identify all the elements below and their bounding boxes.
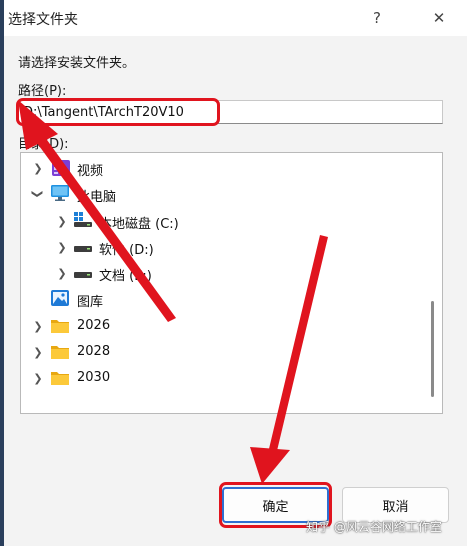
chevron-right-icon[interactable]: ❯ (55, 214, 69, 228)
path-label: 路径(P): (18, 84, 67, 99)
close-icon: ✕ (432, 9, 446, 27)
chevron-right-icon[interactable]: ❯ (55, 266, 69, 280)
tree-item-this-pc[interactable]: ❯ 此电脑 (21, 181, 426, 207)
tree-item-label: 视频 (77, 164, 104, 179)
instruction-text: 请选择安装文件夹。 (18, 56, 136, 71)
folder-icon (51, 346, 69, 359)
tree-item-drive-e[interactable]: ❯ 文档 (E:) (21, 260, 426, 286)
drive-icon (74, 272, 92, 278)
chevron-right-icon[interactable]: ❯ (31, 345, 45, 359)
tree-item-label: 此电脑 (77, 190, 117, 205)
tree-item-label: 图库 (77, 295, 104, 310)
chevron-right-icon[interactable]: ❯ (31, 161, 45, 175)
window-title: 选择文件夹 (8, 12, 78, 28)
tree-item-folder-2030[interactable]: ❯ 2030 (21, 365, 426, 391)
watermark: 知乎 @风云谷网络工作室 (306, 520, 442, 534)
tree-item-gallery[interactable]: 图库 (21, 286, 426, 312)
help-icon: ? (373, 9, 381, 27)
tree-item-drive-d[interactable]: ❯ 软件 (D:) (21, 234, 426, 260)
tree-item-label: 软件 (D:) (99, 243, 154, 258)
tree-scrollbar[interactable] (431, 301, 434, 397)
tree-item-label: 2030 (77, 370, 111, 385)
windows-drive-icon (74, 212, 92, 227)
arrow-to-ok-head (250, 447, 290, 484)
tree-item-label: 2028 (77, 344, 111, 359)
video-folder-icon (52, 160, 70, 176)
tree-item-folder-2026[interactable]: ❯ 2026 (21, 313, 426, 339)
chevron-right-icon[interactable]: ❯ (31, 371, 45, 385)
tree-item-videos[interactable]: ❯ 视频 (21, 155, 426, 181)
path-input[interactable] (18, 100, 443, 124)
background-window-edge (0, 0, 4, 546)
folder-icon (51, 372, 69, 385)
directory-label: 目录(D): (18, 137, 69, 152)
folder-icon (51, 320, 69, 333)
tree-item-drive-c[interactable]: ❯ 本地磁盘 (C:) (21, 208, 426, 234)
tree-item-folder-2028[interactable]: ❯ 2028 (21, 339, 426, 365)
chevron-right-icon[interactable]: ❯ (31, 319, 45, 333)
tree-item-label: 本地磁盘 (C:) (99, 217, 179, 232)
tree-item-label: 文档 (E:) (99, 269, 152, 284)
chevron-down-icon[interactable]: ❯ (31, 187, 45, 201)
drive-icon (74, 246, 92, 252)
title-bar: 选择文件夹 ? ✕ (4, 0, 467, 36)
close-button[interactable]: ✕ (424, 6, 454, 30)
chevron-right-icon[interactable]: ❯ (55, 240, 69, 254)
help-button[interactable]: ? (362, 6, 392, 30)
computer-icon (51, 185, 69, 201)
tree-item-label: 2026 (77, 318, 111, 333)
gallery-icon (51, 290, 69, 306)
folder-tree[interactable]: ❯ 视频 ❯ 此电脑 ❯ 本地磁盘 (C:) ❯ 软件 (D:) ❯ 文档 (E… (20, 152, 443, 414)
